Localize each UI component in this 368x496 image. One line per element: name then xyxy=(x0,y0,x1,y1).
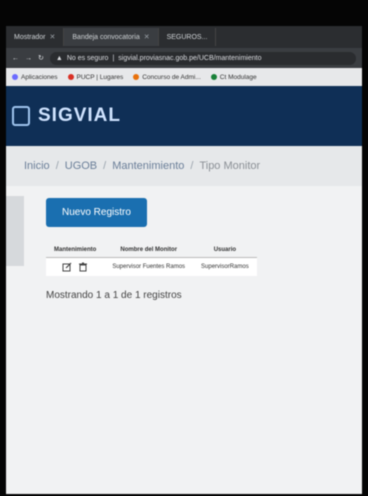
bookmark-favicon-icon xyxy=(210,74,217,80)
column-header-nombre: Nombre del Monitor xyxy=(104,243,194,258)
apps-icon xyxy=(12,74,18,80)
sidebar-toggle[interactable] xyxy=(6,196,24,266)
breadcrumb-ugob[interactable]: UGOB xyxy=(65,160,97,172)
back-icon[interactable]: ← xyxy=(12,55,19,62)
security-label: No es seguro xyxy=(66,54,109,62)
edit-icon[interactable] xyxy=(62,262,72,272)
bookmarks-bar: Aplicaciones PUCP | Lugares Concurso de … xyxy=(6,68,362,86)
new-record-button[interactable]: Nuevo Registro xyxy=(46,198,147,227)
records-table: Mantenimiento Nombre del Monitor Usuario xyxy=(46,243,257,276)
breadcrumb-separator: / xyxy=(190,160,194,172)
bookmark-label: Aplicaciones xyxy=(21,73,58,81)
brand-name: SIGVIAL xyxy=(38,105,122,126)
url-field[interactable]: ▲ No es seguro | sigvial.proviasnac.gob.… xyxy=(49,51,356,65)
app-header: SIGVIAL xyxy=(6,86,362,146)
pagination-info: Mostrando 1 a 1 de 1 registros xyxy=(46,290,182,301)
browser-tab-active[interactable]: Bandeja convocatoria ✕ xyxy=(64,28,159,46)
breadcrumb-separator: / xyxy=(55,160,59,172)
browser-tab[interactable]: SEGUROS... xyxy=(159,28,217,46)
tab-label: Mostrador xyxy=(14,33,46,41)
column-header-mantenimiento: Mantenimiento xyxy=(46,243,105,258)
breadcrumb: Inicio / UGOB / Mantenimiento / Tipo Mon… xyxy=(6,146,362,186)
bookmark-favicon-icon xyxy=(67,74,74,80)
browser-tab[interactable]: Mostrador ✕ xyxy=(6,28,65,46)
bookmark-label: Concurso de Admi... xyxy=(142,73,201,81)
reload-icon[interactable]: ↻ xyxy=(38,54,44,62)
breadcrumb-current: Tipo Monitor xyxy=(199,160,261,172)
bookmark-favicon-icon xyxy=(133,74,140,80)
monitor-name-cell: Supervisor Fuentes Ramos xyxy=(112,264,186,270)
actions-cell xyxy=(46,258,104,277)
breadcrumb-home[interactable]: Inicio xyxy=(24,160,50,172)
user-cell: SupervisorRamos xyxy=(201,264,249,270)
delete-icon[interactable] xyxy=(78,262,88,272)
forward-icon[interactable]: → xyxy=(25,55,32,62)
bookmark-concurso[interactable]: Concurso de Admi... xyxy=(133,74,201,81)
tab-label: SEGUROS... xyxy=(166,33,208,41)
bookmark-modulage[interactable]: Ct Modulage xyxy=(210,73,257,81)
warning-icon: ▲ xyxy=(55,54,63,62)
close-icon[interactable]: ✕ xyxy=(144,33,150,41)
url-text: sigvial.proviasnac.gob.pe/UCB/mantenimie… xyxy=(118,54,262,62)
address-bar: ← → ↻ ▲ No es seguro | sigvial.proviasna… xyxy=(6,48,362,68)
breadcrumb-separator: / xyxy=(103,160,107,172)
bookmark-apps[interactable]: Aplicaciones xyxy=(12,74,58,81)
url-separator: | xyxy=(112,54,115,62)
logo-icon xyxy=(12,106,30,126)
close-icon[interactable]: ✕ xyxy=(50,33,56,41)
main-content: Nuevo Registro Mantenimiento Nombre del … xyxy=(46,198,356,301)
column-header-usuario: Usuario xyxy=(193,243,257,258)
bookmark-pucp[interactable]: PUCP | Lugares xyxy=(67,73,124,81)
browser-tab-bar: Mostrador ✕ Bandeja convocatoria ✕ SEGUR… xyxy=(6,26,362,48)
tab-label: Bandeja convocatoria xyxy=(72,33,140,41)
screen: Mostrador ✕ Bandeja convocatoria ✕ SEGUR… xyxy=(6,26,362,494)
breadcrumb-mantenimiento[interactable]: Mantenimiento xyxy=(112,160,184,172)
table-row: Supervisor Fuentes Ramos SupervisorRamos xyxy=(46,257,257,277)
table-header-row: Mantenimiento Nombre del Monitor Usuario xyxy=(46,243,257,258)
bookmark-label: PUCP | Lugares xyxy=(76,73,124,81)
bookmark-label: Ct Modulage xyxy=(219,73,257,81)
